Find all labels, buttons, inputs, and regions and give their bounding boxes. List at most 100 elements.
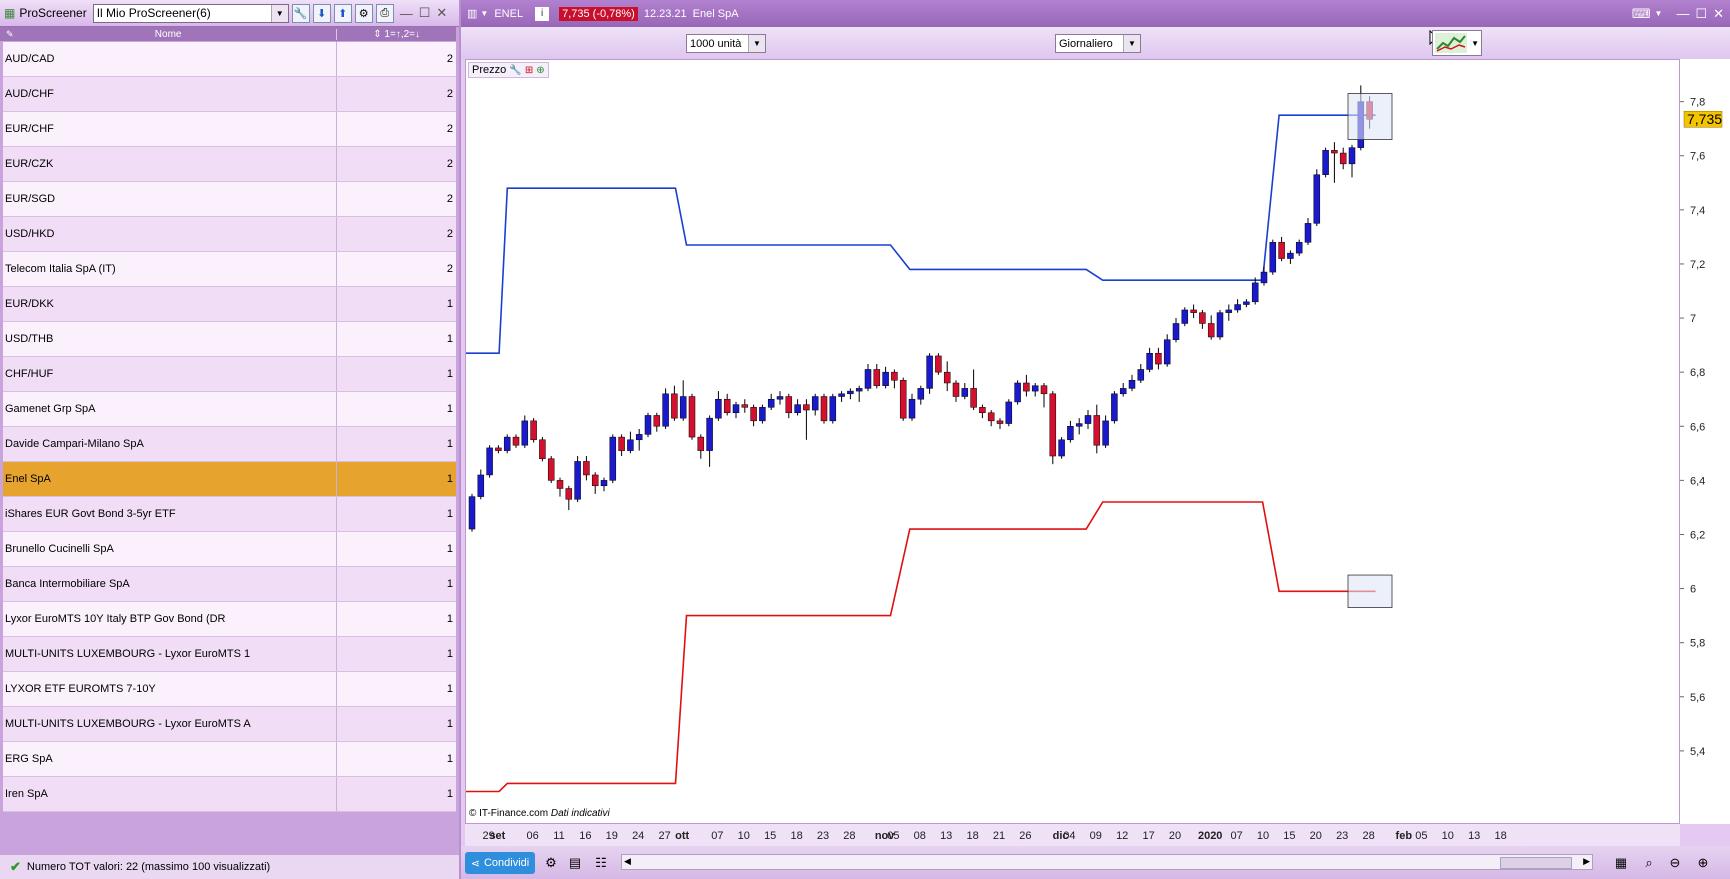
zoom-out-icon[interactable]: ⊖ bbox=[1665, 853, 1685, 873]
chevron-down-icon[interactable]: ▼ bbox=[270, 4, 288, 22]
proscreener-panel: ▦ ProScreener Il Mio ProScreener(6) ▼ 🔧 … bbox=[0, 0, 459, 879]
table-row[interactable]: MULTI-UNITS LUXEMBOURG - Lyxor EuroMTS 1… bbox=[3, 637, 456, 672]
y-tick-label: 7,8 bbox=[1690, 97, 1705, 109]
minimize-icon[interactable]: — bbox=[400, 6, 413, 21]
price-axis[interactable]: 5,4 5,6 5,8 6 6,2 6,4 6,6 6,8 7 7,2 7,4 7,6 7,8 7,735 bbox=[1680, 59, 1730, 824]
table-row[interactable]: Brunello Cucinelli SpA 1 bbox=[3, 532, 456, 567]
candle-body bbox=[1234, 304, 1241, 311]
scroll-right-icon[interactable]: ▶ bbox=[1583, 856, 1590, 867]
chart-horizontal-scrollbar[interactable]: ◀ ▶ bbox=[621, 854, 1593, 870]
move-up-icon[interactable]: ⊕ bbox=[536, 65, 544, 76]
table-row[interactable]: EUR/SGD 2 bbox=[3, 182, 456, 217]
scroll-left-icon[interactable]: ◀ bbox=[624, 856, 631, 867]
table-row[interactable]: ERG SpA 1 bbox=[3, 742, 456, 777]
proscreener-title: ProScreener bbox=[19, 6, 87, 20]
row-value: 1 bbox=[446, 543, 453, 555]
chevron-down-icon[interactable]: ▼ bbox=[480, 9, 488, 18]
price-chart[interactable]: Prezzo 🔧 ⊞ ⊕ © IT-Finance.com Dati indic… bbox=[465, 59, 1680, 824]
maximize-icon[interactable]: ☐ bbox=[419, 5, 431, 21]
table-row[interactable]: MULTI-UNITS LUXEMBOURG - Lyxor EuroMTS A… bbox=[3, 707, 456, 742]
y-tick-label: 6,8 bbox=[1690, 367, 1705, 379]
chevron-down-icon[interactable]: ▼ bbox=[1471, 39, 1479, 48]
candle-body bbox=[486, 447, 493, 476]
scrollbar-thumb[interactable] bbox=[1500, 857, 1572, 869]
table-row[interactable]: EUR/DKK 1 bbox=[3, 287, 456, 322]
candle-body bbox=[899, 380, 907, 419]
zoom-in-icon[interactable]: ⊕ bbox=[1693, 853, 1713, 873]
x-tick-label: ott bbox=[675, 830, 689, 842]
alert-icon[interactable]: ⚙ bbox=[354, 3, 373, 23]
table-row[interactable]: CHF/HUF 1 bbox=[3, 357, 456, 392]
candle-body bbox=[495, 447, 502, 451]
info-icon[interactable]: i bbox=[535, 6, 550, 21]
table-row[interactable]: AUD/CHF 2 bbox=[3, 77, 456, 112]
date-axis[interactable]: 29 set 06 11 16 19 24 27 ott 07 10 15 18 23 28 nov 05 08 1… bbox=[465, 824, 1680, 846]
candle-body bbox=[512, 436, 520, 446]
wrench-icon[interactable]: ✎ bbox=[6, 29, 14, 40]
table-row[interactable]: USD/THB 1 bbox=[3, 322, 456, 357]
units-select[interactable]: 1000 unità ▼ bbox=[686, 34, 766, 53]
x-tick-label: 13 bbox=[940, 830, 952, 842]
share-button[interactable]: ⋖ Condividi bbox=[465, 852, 535, 874]
row-value: 1 bbox=[446, 718, 453, 730]
table-row[interactable]: iShares EUR Govt Bond 3-5yr ETF 1 bbox=[3, 497, 456, 532]
close-icon[interactable]: ✕ bbox=[1713, 6, 1724, 22]
row-value: 1 bbox=[446, 648, 453, 660]
candle-body bbox=[618, 436, 625, 451]
candle-body bbox=[1331, 150, 1338, 154]
table-row[interactable]: Davide Campari-Milano SpA 1 bbox=[3, 427, 456, 462]
candle-body bbox=[1322, 150, 1329, 175]
wrench-icon[interactable]: 🔧 bbox=[509, 65, 521, 76]
table-row[interactable]: EUR/CHF 2 bbox=[3, 112, 456, 147]
upper-target-box bbox=[1347, 93, 1393, 140]
table-row[interactable]: Gamenet Grp SpA 1 bbox=[3, 392, 456, 427]
add-indicator-icon[interactable]: ⊞ bbox=[525, 65, 533, 76]
column-name-header[interactable]: Nome bbox=[0, 28, 338, 40]
print-icon[interactable]: ⎙ bbox=[375, 3, 394, 23]
minimize-icon[interactable]: — bbox=[1676, 6, 1689, 21]
indicator-settings-icon[interactable]: ⚙ bbox=[541, 853, 561, 873]
table-row[interactable]: LYXOR ETF EUROMTS 7-10Y 1 bbox=[3, 672, 456, 707]
table-row[interactable]: USD/HKD 2 bbox=[3, 217, 456, 252]
row-value: 1 bbox=[446, 438, 453, 450]
chevron-down-icon[interactable]: ▼ bbox=[1655, 9, 1663, 18]
current-price-label: 7,735 bbox=[1687, 111, 1722, 127]
row-value: 1 bbox=[446, 753, 453, 765]
arrow-down-icon[interactable]: ⬇ bbox=[312, 3, 331, 23]
price-panel-label: Prezzo 🔧 ⊞ ⊕ bbox=[468, 62, 549, 78]
wrench-icon[interactable]: 🔧 bbox=[291, 3, 310, 23]
table-row[interactable]: Banca Intermobiliare SpA 1 bbox=[3, 567, 456, 602]
candle-body bbox=[574, 461, 581, 500]
zoom-fit-icon[interactable]: ⌕ bbox=[1639, 853, 1659, 873]
y-tick-label: 6,4 bbox=[1690, 475, 1705, 487]
column-value-header[interactable]: ⇕ 1=↑,2=↓ bbox=[337, 29, 456, 40]
candle-body bbox=[1155, 352, 1162, 365]
drawing-tools-icon[interactable]: ☷ bbox=[591, 853, 611, 873]
calculator-icon[interactable]: ▤ bbox=[565, 853, 585, 873]
table-row[interactable]: Telecom Italia SpA (IT) 2 bbox=[3, 252, 456, 287]
screener-select[interactable]: Il Mio ProScreener(6) ▼ bbox=[92, 3, 289, 23]
chart-type-icon[interactable]: ▦ bbox=[1611, 853, 1631, 873]
maximize-icon[interactable]: ☐ bbox=[1695, 6, 1707, 22]
table-row[interactable]: Iren SpA 1 bbox=[3, 777, 456, 812]
table-row[interactable]: EUR/CZK 2 bbox=[3, 147, 456, 182]
x-tick-label: 28 bbox=[1362, 830, 1374, 842]
x-tick-label: 18 bbox=[966, 830, 978, 842]
arrow-up-icon[interactable]: ⬆ bbox=[333, 3, 352, 23]
row-value: 1 bbox=[446, 613, 453, 625]
period-select[interactable]: Giornaliero ▼ bbox=[1055, 34, 1141, 53]
chevron-down-icon[interactable]: ▼ bbox=[1123, 35, 1140, 52]
indicator-menu-button[interactable]: ▼ bbox=[1432, 30, 1482, 56]
candle-body bbox=[864, 369, 872, 389]
table-row[interactable]: Lyxor EuroMTS 10Y Italy BTP Gov Bond (DR… bbox=[3, 602, 456, 637]
candle-body bbox=[547, 458, 555, 481]
row-name: LYXOR ETF EUROMTS 7-10Y bbox=[3, 672, 337, 706]
table-row[interactable]: AUD/CAD 2 bbox=[3, 42, 456, 77]
keyboard-icon[interactable]: ⌨ bbox=[1632, 6, 1651, 22]
close-icon[interactable]: ✕ bbox=[436, 5, 447, 21]
row-name: MULTI-UNITS LUXEMBOURG - Lyxor EuroMTS A bbox=[3, 707, 337, 741]
table-row[interactable]: Enel SpA 1 bbox=[3, 462, 456, 497]
candle-body bbox=[1137, 369, 1145, 381]
chevron-down-icon[interactable]: ▼ bbox=[748, 35, 765, 52]
quote-time: 12.23.21 bbox=[643, 7, 687, 20]
